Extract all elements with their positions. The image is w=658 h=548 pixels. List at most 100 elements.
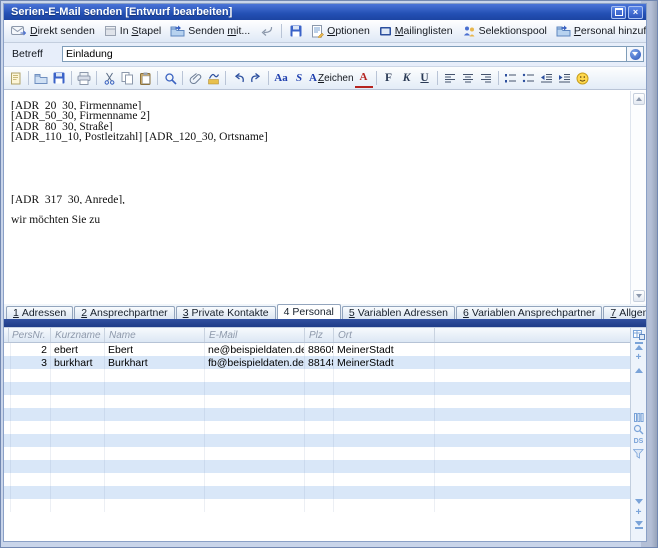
paperclip-icon bbox=[189, 72, 202, 85]
first-record-button[interactable] bbox=[635, 340, 643, 352]
outdent-button[interactable] bbox=[538, 69, 556, 87]
dataset-button[interactable]: DS bbox=[634, 436, 644, 448]
tab-private-kontakte[interactable]: 3Private Kontakte bbox=[176, 306, 276, 319]
redo-icon bbox=[250, 72, 263, 84]
empty-row[interactable] bbox=[4, 473, 630, 486]
numbered-list-button[interactable] bbox=[502, 69, 520, 87]
merge-field-line: [ADR_110_10, Postleitzahl] [ADR_120_30, … bbox=[11, 131, 626, 141]
save-button[interactable] bbox=[286, 24, 306, 38]
filter-button[interactable] bbox=[633, 448, 644, 460]
new-document-button[interactable] bbox=[7, 69, 25, 87]
panel-divider-band bbox=[4, 319, 646, 327]
tab-variablen-adressen[interactable]: 5Variablen Adressen bbox=[342, 306, 455, 319]
indent-icon bbox=[558, 73, 571, 84]
message-editor[interactable]: [ADR_20_30, Firmenname] [ADR_50_30, Firm… bbox=[4, 90, 646, 304]
search-record-button[interactable] bbox=[633, 424, 644, 436]
underline-button[interactable]: U bbox=[416, 69, 434, 87]
column-header-email[interactable]: E-Mail bbox=[205, 328, 305, 342]
columns-view-button[interactable] bbox=[634, 412, 644, 424]
merge-field-line: [ADR_50_30, Firmenname 2] bbox=[11, 110, 626, 120]
redo-button[interactable] bbox=[247, 69, 265, 87]
open-folder-icon bbox=[34, 72, 48, 84]
save-button-small[interactable] bbox=[50, 69, 68, 87]
font-color-button[interactable]: A bbox=[355, 68, 373, 88]
selektionspool-button[interactable]: Selektionspool bbox=[458, 24, 551, 38]
subject-dropdown-button[interactable] bbox=[627, 46, 644, 62]
column-header-ort[interactable]: Ort bbox=[334, 328, 435, 342]
copy-button[interactable] bbox=[118, 69, 136, 87]
restore-button[interactable] bbox=[611, 6, 626, 19]
align-right-button[interactable] bbox=[477, 69, 495, 87]
style-button[interactable]: S bbox=[290, 69, 308, 87]
print-button[interactable] bbox=[75, 69, 93, 87]
table-row[interactable]: 3 burkhart Burkhart fb@beispieldaten.de … bbox=[4, 356, 630, 369]
column-header-persnr[interactable]: PersNr. bbox=[8, 328, 51, 342]
empty-row[interactable] bbox=[4, 434, 630, 447]
align-center-button[interactable] bbox=[459, 69, 477, 87]
bold-button[interactable]: F bbox=[380, 69, 398, 87]
tab-allgemeine-variablen[interactable]: 7Allgemeine Variablen bbox=[603, 306, 647, 319]
next-record-button[interactable] bbox=[635, 495, 643, 507]
close-button[interactable]: × bbox=[628, 6, 643, 19]
search-button[interactable] bbox=[161, 69, 179, 87]
column-header-plz[interactable]: Plz bbox=[305, 328, 334, 342]
font-button[interactable]: Aa bbox=[272, 69, 290, 87]
empty-row[interactable] bbox=[4, 382, 630, 395]
bullet-list-button[interactable] bbox=[520, 69, 538, 87]
scroll-down-button[interactable] bbox=[633, 290, 645, 302]
add-record-button[interactable]: + bbox=[636, 507, 642, 519]
cut-button[interactable] bbox=[100, 69, 118, 87]
cell-ort: MeinerStadt bbox=[334, 356, 435, 369]
scroll-up-button[interactable] bbox=[633, 93, 645, 105]
new-record-button[interactable]: + bbox=[636, 352, 642, 364]
cell-plz: 88605 bbox=[305, 343, 334, 356]
subject-input[interactable] bbox=[62, 46, 627, 62]
indent-button[interactable] bbox=[556, 69, 574, 87]
smiley-button[interactable] bbox=[574, 69, 592, 87]
tab-variablen-ansprechpartner[interactable]: 6Variablen Ansprechpartner bbox=[456, 306, 602, 319]
empty-row[interactable] bbox=[4, 369, 630, 382]
paste-button[interactable] bbox=[136, 69, 154, 87]
first-record-icon bbox=[635, 342, 643, 344]
column-chooser-button[interactable] bbox=[633, 328, 645, 340]
cell-kurzname: ebert bbox=[51, 343, 105, 356]
attach-button[interactable] bbox=[186, 69, 204, 87]
table-row[interactable]: 2 ebert Ebert ne@beispieldaten.de 88605 … bbox=[4, 343, 630, 356]
editor-scrollbar[interactable] bbox=[630, 91, 646, 304]
open-button[interactable] bbox=[32, 69, 50, 87]
column-header-kurzname[interactable]: Kurzname bbox=[51, 328, 105, 342]
toolbar-separator bbox=[157, 71, 158, 85]
signature-button[interactable] bbox=[204, 69, 222, 87]
send-later-button[interactable] bbox=[255, 24, 277, 38]
mailinglisten-button[interactable]: Mailinglisten bbox=[375, 24, 457, 38]
align-left-button[interactable] bbox=[441, 69, 459, 87]
empty-row[interactable] bbox=[4, 460, 630, 473]
column-header-filler bbox=[435, 328, 630, 342]
empty-row[interactable] bbox=[4, 499, 630, 512]
record-navigator: + DS + bbox=[630, 328, 646, 541]
undo-button[interactable] bbox=[229, 69, 247, 87]
empty-row[interactable] bbox=[4, 395, 630, 408]
tab-ansprechpartner[interactable]: 2Ansprechpartner bbox=[74, 306, 174, 319]
blank-line bbox=[11, 152, 626, 162]
in-stapel-button[interactable]: In Stapel bbox=[100, 24, 165, 38]
personal-hinzufuegen-button[interactable]: Personal hinzufügen bbox=[552, 24, 647, 38]
toolbar-separator bbox=[96, 71, 97, 85]
empty-row[interactable] bbox=[4, 486, 630, 499]
tab-personal[interactable]: 4Personal bbox=[277, 304, 341, 319]
message-body[interactable]: [ADR_20_30, Firmenname] [ADR_50_30, Firm… bbox=[4, 91, 630, 304]
senden-mit-button[interactable]: Senden mit... bbox=[166, 24, 254, 38]
empty-row[interactable] bbox=[4, 421, 630, 434]
empty-row[interactable] bbox=[4, 408, 630, 421]
last-record-button[interactable] bbox=[635, 519, 643, 531]
print-icon bbox=[77, 72, 91, 85]
previous-record-button[interactable] bbox=[635, 364, 643, 376]
optionen-button[interactable]: Optionen bbox=[307, 24, 374, 39]
tab-adressen[interactable]: 1Adressen bbox=[6, 306, 73, 319]
search-icon bbox=[164, 72, 177, 85]
direkt-senden-button[interactable]: Direkt senden bbox=[7, 24, 99, 38]
character-format-button[interactable]: AZeichen bbox=[308, 69, 355, 87]
column-header-name[interactable]: Name bbox=[105, 328, 205, 342]
empty-row[interactable] bbox=[4, 447, 630, 460]
italic-button[interactable]: K bbox=[398, 69, 416, 87]
